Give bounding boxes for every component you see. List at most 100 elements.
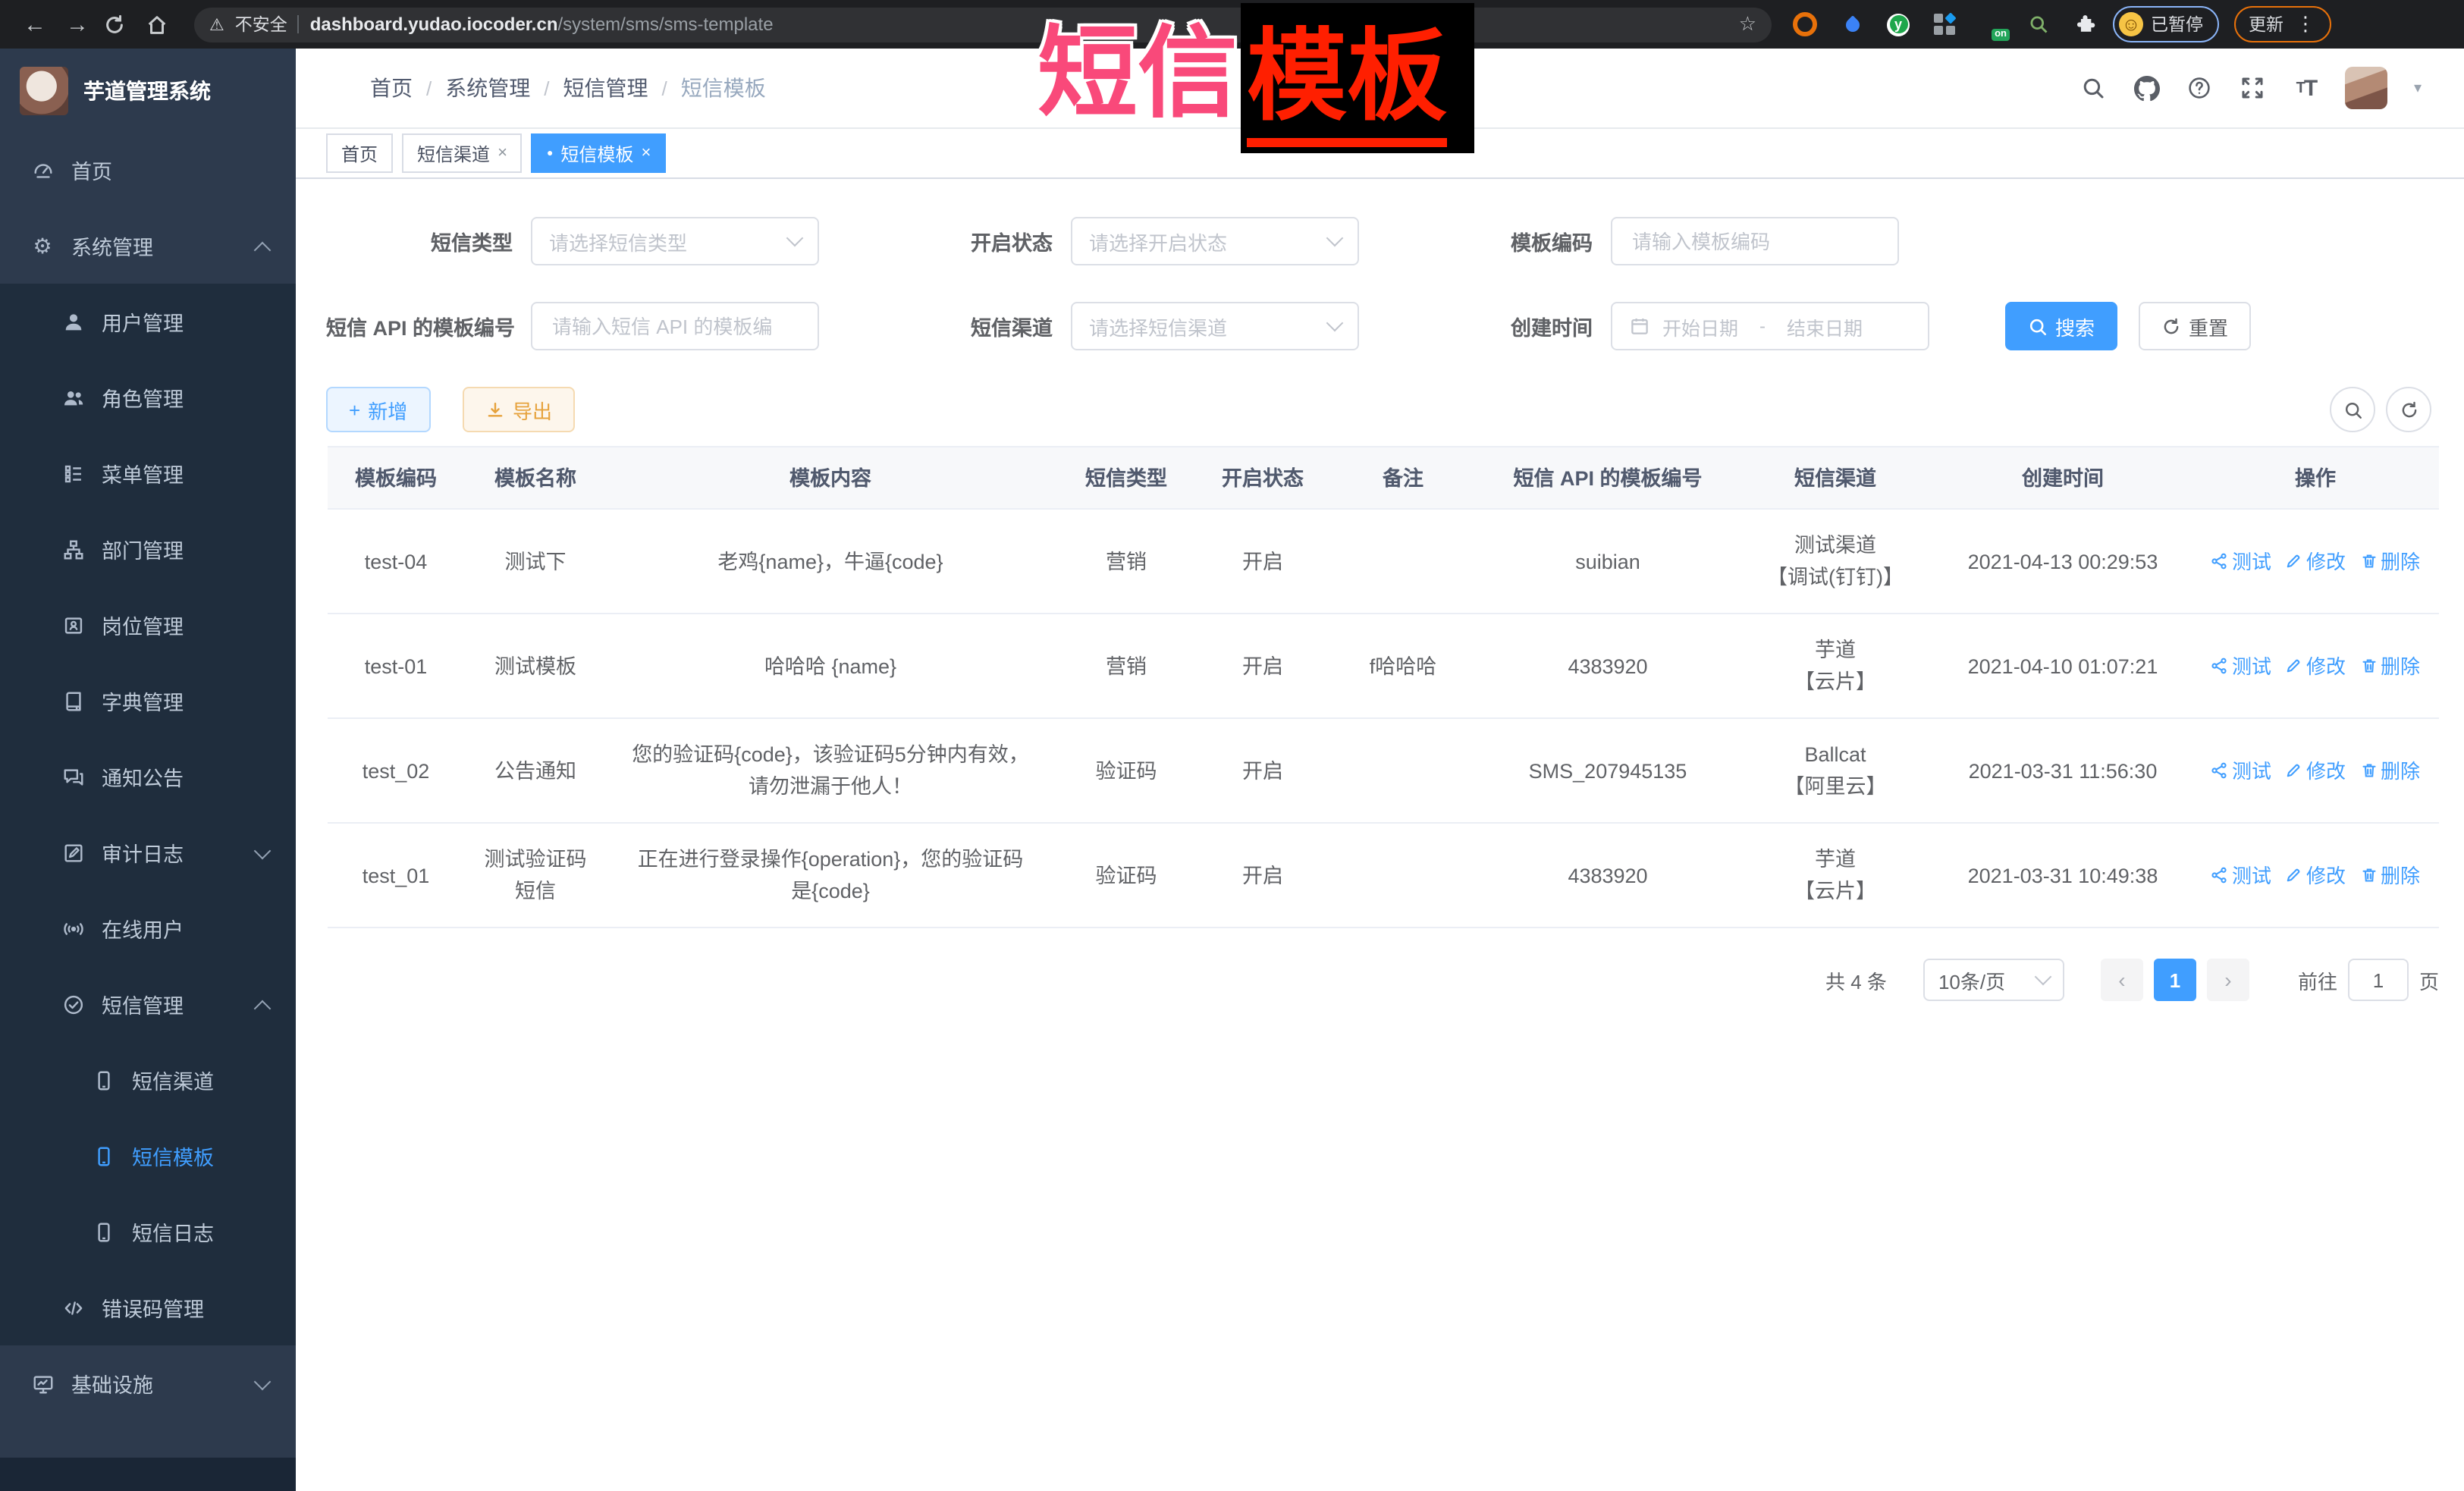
edit-link[interactable]: 修改 — [2285, 650, 2346, 682]
sms-type-select[interactable]: 请选择短信类型 — [531, 217, 819, 265]
sidebar-item-sms-channel[interactable]: 短信渠道 — [0, 1042, 296, 1118]
goto-page-input[interactable] — [2348, 959, 2409, 1001]
extensions-puzzle-icon[interactable] — [2073, 12, 2098, 36]
sidebar-item-sms-template[interactable]: 短信模板 — [0, 1118, 296, 1194]
pagination-total: 共 4 条 — [1825, 965, 1887, 994]
export-button[interactable]: 导出 — [463, 387, 575, 432]
page-size-select[interactable]: 10条/页 — [1923, 959, 2064, 1001]
menu-tree-icon — [61, 462, 85, 485]
delete-link[interactable]: 删除 — [2359, 545, 2420, 577]
avatar-caret-icon[interactable]: ▾ — [2414, 80, 2422, 96]
sidebar-item-infrastructure[interactable]: 基础设施 — [0, 1345, 296, 1421]
sidebar-item-audit-log[interactable]: 审计日志 — [0, 815, 296, 890]
sidebar-item-dict[interactable]: 字典管理 — [0, 663, 296, 739]
api-template-id-input[interactable] — [549, 313, 801, 339]
sidebar-item-users[interactable]: 用户管理 — [0, 284, 296, 359]
edit-link[interactable]: 修改 — [2285, 755, 2346, 786]
browser-reload-icon[interactable] — [103, 13, 137, 36]
github-icon[interactable] — [2133, 74, 2161, 102]
not-secure-label: 不安全 — [235, 12, 287, 36]
search-button[interactable]: 搜索 — [2005, 302, 2117, 350]
bookmark-star-icon[interactable]: ☆ — [1739, 12, 1756, 36]
next-page-button[interactable]: › — [2207, 959, 2249, 1001]
tab-sms-channel[interactable]: 短信渠道× — [402, 133, 523, 173]
close-icon[interactable]: × — [641, 144, 651, 162]
font-size-icon[interactable]: TT — [2293, 74, 2320, 102]
extension-pin-icon[interactable] — [1840, 12, 1864, 36]
sidebar-item-menus[interactable]: 菜单管理 — [0, 435, 296, 511]
chevron-up-icon — [254, 1000, 272, 1018]
status-select[interactable]: 请选择开启状态 — [1071, 217, 1359, 265]
goto-label: 前往 — [2298, 965, 2337, 994]
sidebar-item-label: 岗位管理 — [102, 610, 184, 640]
delete-link[interactable]: 删除 — [2359, 650, 2420, 682]
help-icon[interactable] — [2186, 74, 2214, 102]
extension-grid-icon[interactable] — [1932, 12, 1957, 36]
test-link[interactable]: 测试 — [2211, 545, 2271, 577]
sidebar-item-home[interactable]: 首页 — [0, 132, 296, 208]
breadcrumb-system[interactable]: 系统管理 — [445, 73, 530, 103]
extension-ring-icon[interactable] — [1793, 12, 1817, 36]
add-button[interactable]: + 新增 — [326, 387, 430, 432]
tab-sms-template[interactable]: ●短信模板× — [532, 133, 666, 173]
table-search-toggle-icon[interactable] — [2330, 387, 2375, 432]
user-avatar[interactable] — [2346, 67, 2388, 109]
browser-menu-icon[interactable]: ⋮ — [2296, 12, 2315, 36]
extension-icons: y on — [1793, 12, 2098, 36]
phone-icon — [91, 1220, 115, 1243]
browser-toolbar: ← → ⚠ 不安全 dashboard.yudao.iocoder.cn/sys… — [0, 0, 2464, 49]
sidebar-item-online-users[interactable]: 在线用户 — [0, 890, 296, 966]
url-bar[interactable]: ⚠ 不安全 dashboard.yudao.iocoder.cn/system/… — [194, 7, 1772, 42]
template-code-input-box — [1611, 217, 1899, 265]
breadcrumb-home[interactable]: 首页 — [370, 73, 413, 103]
search-icon[interactable] — [2080, 74, 2108, 102]
edit-link[interactable]: 修改 — [2285, 545, 2346, 577]
sidebar-item-label: 字典管理 — [102, 686, 184, 716]
sidebar-item-sms-log[interactable]: 短信日志 — [0, 1194, 296, 1270]
sms-channel-select[interactable]: 请选择短信渠道 — [1071, 302, 1359, 350]
prev-page-button[interactable]: ‹ — [2101, 959, 2143, 1001]
date-range-picker[interactable]: 开始日期 - 结束日期 — [1611, 302, 1929, 350]
test-link[interactable]: 测试 — [2211, 650, 2271, 682]
sidebar-item-label: 菜单管理 — [102, 458, 184, 488]
filter-created-time: 创建时间 开始日期 - 结束日期 — [1406, 302, 1929, 350]
active-dot-icon: ● — [547, 148, 553, 159]
extension-list-on-icon[interactable]: on — [1979, 12, 2004, 36]
reset-button[interactable]: 重置 — [2139, 302, 2251, 350]
close-icon[interactable]: × — [498, 144, 507, 162]
filter-label: 开启状态 — [866, 226, 1071, 256]
sidebar-item-sms[interactable]: 短信管理 — [0, 966, 296, 1042]
sidebar-item-label: 首页 — [71, 155, 112, 185]
navbar-actions: TT ▾ — [2080, 67, 2422, 109]
profile-paused-pill[interactable]: ☺ 已暂停 — [2113, 6, 2218, 42]
tab-home[interactable]: 首页 — [326, 133, 393, 173]
sidebar-item-error-codes[interactable]: 错误码管理 — [0, 1270, 296, 1345]
sidebar-item-notices[interactable]: 通知公告 — [0, 739, 296, 815]
extension-magnifier-icon[interactable] — [2026, 12, 2051, 36]
test-link[interactable]: 测试 — [2211, 859, 2271, 891]
fullscreen-icon[interactable] — [2240, 74, 2267, 102]
breadcrumb: 首页 / 系统管理 / 短信管理 / 短信模板 — [370, 73, 766, 103]
dashboard-icon — [30, 159, 55, 181]
app-logo-row[interactable]: 芋道管理系统 — [0, 49, 296, 132]
browser-back-icon[interactable]: ← — [18, 11, 52, 37]
test-link[interactable]: 测试 — [2211, 755, 2271, 786]
delete-link[interactable]: 删除 — [2359, 755, 2420, 786]
date-end-placeholder: 结束日期 — [1787, 312, 1863, 341]
plus-icon: + — [349, 398, 360, 421]
browser-forward-icon[interactable]: → — [61, 11, 94, 37]
delete-link[interactable]: 删除 — [2359, 859, 2420, 891]
table-refresh-icon[interactable] — [2386, 387, 2431, 432]
sidebar-item-system[interactable]: ⚙ 系统管理 — [0, 208, 296, 284]
browser-home-icon[interactable] — [146, 13, 179, 36]
template-code-input[interactable] — [1629, 228, 1881, 254]
sidebar-item-roles[interactable]: 角色管理 — [0, 359, 296, 435]
browser-update-pill[interactable]: 更新 ⋮ — [2233, 6, 2331, 42]
sidebar-item-label: 用户管理 — [102, 306, 184, 337]
sidebar-item-departments[interactable]: 部门管理 — [0, 511, 296, 587]
sidebar-item-posts[interactable]: 岗位管理 — [0, 587, 296, 663]
current-page-button[interactable]: 1 — [2154, 959, 2196, 1001]
extension-y-icon[interactable]: y — [1887, 13, 1910, 36]
edit-link[interactable]: 修改 — [2285, 859, 2346, 891]
breadcrumb-sms[interactable]: 短信管理 — [563, 73, 648, 103]
